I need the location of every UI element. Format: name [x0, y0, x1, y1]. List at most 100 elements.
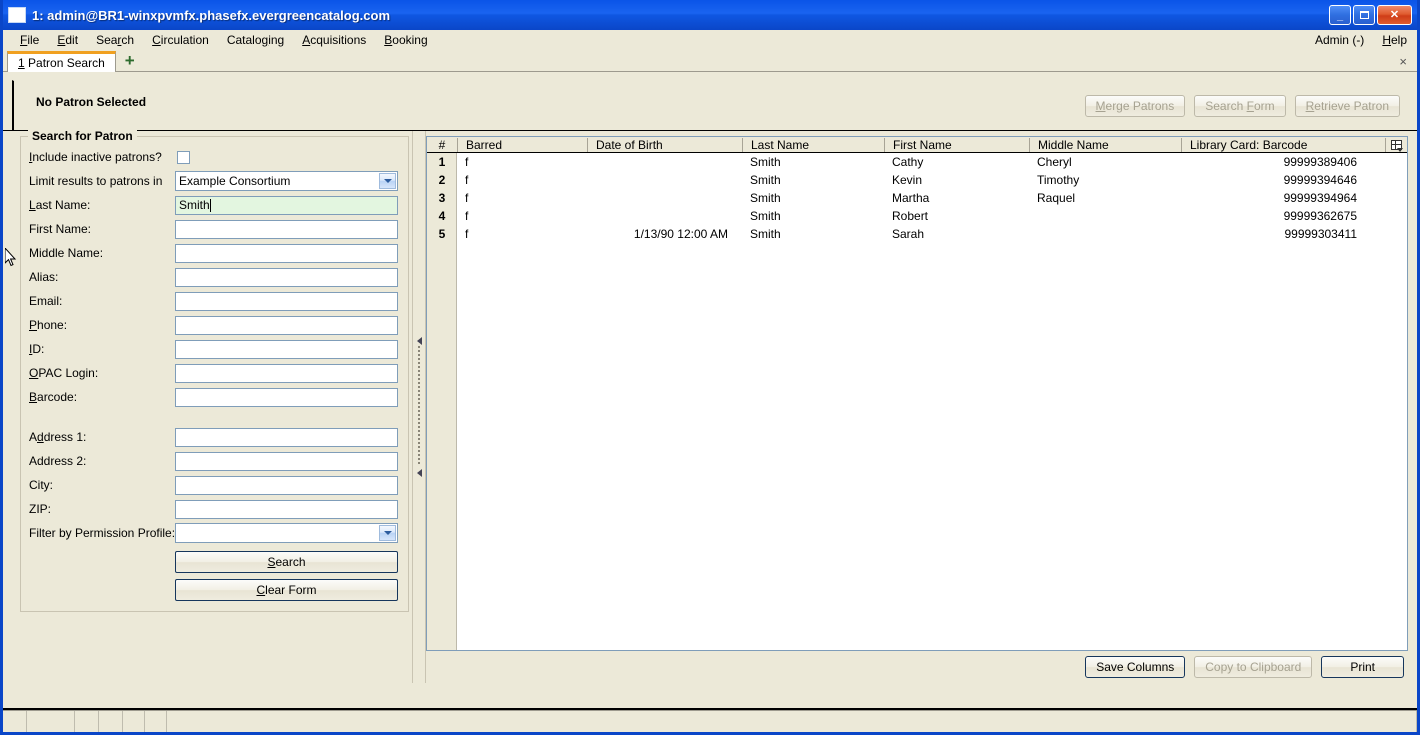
- cell-barred: f: [465, 173, 469, 187]
- address2-label: Address 2:: [29, 454, 87, 468]
- address1-input[interactable]: [175, 427, 398, 447]
- tab-patron-search[interactable]: 1 Patron Search: [7, 51, 116, 72]
- menu-circulation[interactable]: Circulation: [143, 31, 218, 49]
- cell-last-name: Smith: [750, 173, 781, 187]
- splitter-collapse-down-icon[interactable]: [415, 469, 423, 477]
- table-row[interactable]: 5 f 1/13/90 12:00 AM Smith Sarah 9999930…: [439, 225, 1407, 243]
- menu-edit[interactable]: Edit: [48, 31, 87, 49]
- column-header-barred[interactable]: Barred: [457, 137, 587, 152]
- menu-booking[interactable]: Booking: [375, 31, 436, 49]
- table-row[interactable]: 2 f Smith Kevin Timothy 99999394646: [439, 171, 1407, 189]
- email-input[interactable]: [175, 291, 398, 311]
- status-cell-1: [3, 711, 27, 732]
- row-number: 5: [438, 227, 446, 241]
- window-icon: [8, 7, 26, 23]
- tab-strip: 1 Patron Search + ×: [3, 50, 1417, 72]
- table-row[interactable]: 3 f Smith Martha Raquel 99999394964: [439, 189, 1407, 207]
- chevron-down-icon: [379, 173, 396, 189]
- address2-input[interactable]: [175, 451, 398, 471]
- column-picker-button[interactable]: [1385, 137, 1407, 152]
- search-form-button[interactable]: Search Form: [1194, 95, 1286, 117]
- opac-login-row: OPAC Login:: [29, 361, 398, 385]
- barcode-row: Barcode:: [29, 385, 398, 409]
- include-inactive-row: Include inactive patrons?: [29, 145, 398, 169]
- city-row: City:: [29, 473, 398, 497]
- limit-results-row: Limit results to patrons in Example Cons…: [29, 169, 398, 193]
- minimize-button[interactable]: _: [1329, 5, 1351, 25]
- phone-label: Phone:: [29, 318, 68, 332]
- middle-name-row: Middle Name:: [29, 241, 398, 265]
- table-row[interactable]: 4 f Smith Robert 99999362675: [439, 207, 1407, 225]
- cell-date-of-birth: 1/13/90 12:00 AM: [633, 227, 728, 241]
- alias-input[interactable]: [175, 267, 398, 287]
- menu-acquisitions[interactable]: Acquisitions: [293, 31, 375, 49]
- opac-login-input[interactable]: [175, 363, 398, 383]
- new-tab-button[interactable]: +: [116, 49, 144, 71]
- status-cell-5: [123, 711, 145, 732]
- column-header-date-of-birth[interactable]: Date of Birth: [587, 137, 742, 152]
- splitter-collapse-up-icon[interactable]: [415, 337, 423, 345]
- email-row: Email:: [29, 289, 398, 313]
- permission-profile-select[interactable]: [175, 523, 398, 543]
- city-input[interactable]: [175, 475, 398, 495]
- phone-input[interactable]: [175, 315, 398, 335]
- zip-input[interactable]: [175, 499, 398, 519]
- splitter-grip[interactable]: [418, 346, 420, 466]
- email-label: Email:: [29, 294, 63, 308]
- last-name-label: Last Name:: [29, 198, 91, 212]
- cell-barred: f: [465, 209, 469, 223]
- close-button[interactable]: ✕: [1377, 5, 1412, 25]
- id-input[interactable]: [175, 339, 398, 359]
- copy-to-clipboard-button[interactable]: Copy to Clipboard: [1194, 656, 1313, 678]
- column-header-first-name[interactable]: First Name: [884, 137, 1029, 152]
- menu-help[interactable]: Help: [1373, 31, 1417, 49]
- results-grid-body: 1 f Smith Cathy Cheryl 99999389406 2 f S…: [427, 153, 1407, 650]
- pane-splitter[interactable]: [412, 131, 426, 683]
- cell-barred: f: [465, 155, 469, 169]
- menu-cataloging[interactable]: Cataloging: [218, 31, 293, 49]
- close-tab-icon[interactable]: ×: [1399, 49, 1417, 71]
- retrieve-patron-button[interactable]: Retrieve Patron: [1294, 95, 1400, 117]
- main-content: Search for Patron Include inactive patro…: [3, 129, 1417, 683]
- print-button[interactable]: Print: [1321, 656, 1404, 678]
- cell-barcode: 99999389406: [1283, 155, 1357, 169]
- table-row[interactable]: 1 f Smith Cathy Cheryl 99999389406: [439, 153, 1407, 171]
- permission-profile-row: Filter by Permission Profile:: [29, 521, 398, 545]
- menu-admin[interactable]: Admin (-): [1306, 31, 1373, 49]
- row-number: 4: [438, 209, 446, 223]
- address1-label: Address 1:: [29, 430, 87, 444]
- last-name-input[interactable]: Smith: [175, 195, 398, 215]
- column-header-number[interactable]: #: [427, 138, 457, 152]
- id-row: ID:: [29, 337, 398, 361]
- address1-row: Address 1:: [29, 425, 398, 449]
- first-name-input[interactable]: [175, 219, 398, 239]
- clear-form-button[interactable]: Clear Form: [175, 579, 398, 601]
- patron-action-buttons: Merge Patrons Search Form Retrieve Patro…: [1084, 95, 1408, 117]
- cell-first-name: Martha: [892, 191, 930, 205]
- status-cell-2: [27, 711, 75, 732]
- save-columns-button[interactable]: Save Columns: [1085, 656, 1186, 678]
- cell-barcode: 99999303411: [1284, 227, 1357, 241]
- search-pane: Search for Patron Include inactive patro…: [12, 129, 412, 683]
- cell-last-name: Smith: [750, 155, 781, 169]
- maximize-button[interactable]: [1353, 5, 1375, 25]
- menu-search[interactable]: Search: [87, 31, 143, 49]
- chevron-down-icon: [379, 525, 396, 541]
- merge-patrons-button[interactable]: Merge Patrons: [1084, 95, 1186, 117]
- barcode-input[interactable]: [175, 387, 398, 407]
- include-inactive-checkbox[interactable]: [177, 150, 190, 164]
- column-header-middle-name[interactable]: Middle Name: [1029, 137, 1181, 152]
- id-label: ID:: [29, 342, 45, 356]
- barcode-label: Barcode:: [29, 390, 78, 404]
- column-header-last-name[interactable]: Last Name: [742, 137, 884, 152]
- middle-name-input[interactable]: [175, 243, 398, 263]
- results-pane: # Barred Date of Birth Last Name First N…: [426, 131, 1408, 683]
- patron-status-label: No Patron Selected: [36, 95, 147, 109]
- cell-last-name: Smith: [750, 209, 781, 223]
- menu-file[interactable]: File: [11, 31, 48, 49]
- alias-label: Alias:: [29, 270, 59, 284]
- search-fieldset-legend: Search for Patron: [28, 129, 137, 143]
- search-button[interactable]: Search: [175, 551, 398, 573]
- limit-results-select[interactable]: Example Consortium: [175, 171, 398, 191]
- column-header-library-card-barcode[interactable]: Library Card: Barcode: [1181, 137, 1385, 152]
